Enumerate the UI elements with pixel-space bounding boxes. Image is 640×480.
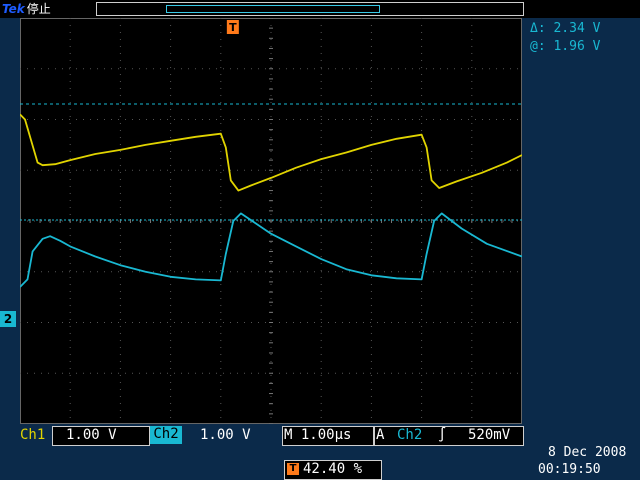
brand-logo: Tek — [2, 2, 25, 16]
cursor-delta-row: Δ: 2.34 V — [530, 20, 600, 38]
acquisition-status: 停止 — [26, 2, 51, 16]
ch2-ground-marker[interactable]: 2 — [0, 311, 16, 327]
waveform-plot: T — [20, 18, 522, 424]
brand-status: Tek 停止 — [2, 1, 51, 17]
cursor-at-row: @: 1.96 V — [530, 38, 600, 56]
delta-value: 2.34 V — [553, 21, 601, 36]
delta-label: Δ: — [530, 21, 546, 36]
trigger-marker-label: T — [229, 21, 237, 34]
waveform-ch2 — [20, 212, 522, 288]
at-value: 1.96 V — [553, 39, 601, 54]
timebase[interactable]: M 1.00µs — [284, 427, 351, 443]
graticule — [20, 18, 522, 424]
trigger-position: T — [226, 20, 239, 34]
at-label: @: — [530, 39, 546, 54]
ch1-label[interactable]: Ch1 — [20, 427, 45, 443]
trigger-mode[interactable]: A — [376, 427, 384, 443]
ch2-label[interactable]: Ch2 — [150, 426, 182, 444]
date: 8 Dec 2008 — [548, 445, 627, 460]
cursor-readouts: Δ: 2.34 V @: 1.96 V — [530, 20, 600, 56]
ch2-scale[interactable]: 1.00 V — [200, 427, 251, 443]
trigger-icon: T — [287, 463, 299, 475]
trigger-source[interactable]: Ch2 — [397, 427, 422, 443]
record-view-window — [166, 5, 380, 13]
ch1-scale[interactable]: 1.00 V — [66, 427, 117, 443]
trigger-position[interactable]: 42.40 % — [303, 461, 362, 477]
time: 00:19:50 — [538, 462, 601, 477]
trigger-slope-icon[interactable]: ∫ — [438, 427, 446, 443]
trigger-level[interactable]: 520mV — [468, 427, 510, 443]
